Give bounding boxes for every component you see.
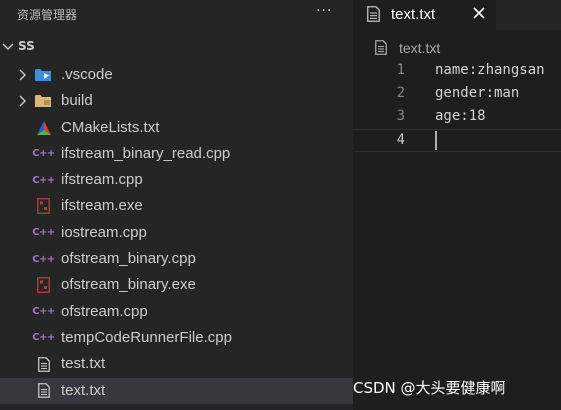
text-file-icon	[375, 40, 387, 55]
close-icon[interactable]	[470, 4, 488, 22]
text-cursor	[435, 131, 437, 150]
tree-item-build-folder[interactable]: build	[0, 88, 353, 114]
tree-item-file[interactable]: CMakeLists.txt	[0, 115, 353, 141]
tree-item-label: test.txt	[61, 355, 106, 373]
tree-item-vscode-folder[interactable]: .vscode	[0, 62, 353, 88]
tree-item-label: ifstream.exe	[61, 197, 143, 215]
tab-text-txt[interactable]: text.txt	[353, 0, 496, 30]
tree-item-label: tempCodeRunnerFile.cpp	[61, 328, 232, 346]
line-number: 3	[396, 108, 405, 124]
code-editor[interactable]: 1 name:zhangsan 2 gender:man 3 age:18 4	[353, 60, 561, 152]
breadcrumb-label: text.txt	[399, 40, 441, 56]
tree-item-file[interactable]: C++ iostream.cpp	[0, 220, 353, 246]
tree-item-label: ofstream_binary.exe	[61, 276, 196, 294]
text-file-icon	[367, 6, 380, 22]
tree-item-file[interactable]: ifstream.exe	[0, 193, 353, 219]
chevron-right-icon	[19, 95, 26, 107]
line-text[interactable]: age:18	[435, 108, 486, 124]
code-line[interactable]: 3 age:18	[353, 106, 561, 129]
tree-item-file-selected[interactable]: text.txt	[0, 377, 353, 404]
exe-file-icon	[35, 277, 52, 294]
tree-item-file[interactable]: C++ ifstream_binary_read.cpp	[0, 141, 353, 167]
line-text[interactable]: name:zhangsan	[435, 62, 545, 78]
tree-item-label: .vscode	[61, 66, 113, 83]
tree-item-file[interactable]: test.txt	[0, 351, 353, 377]
tree-item-file[interactable]: C++ ofstream.cpp	[0, 299, 353, 325]
file-tree: .vscode build CMakeLists.txt C++ ifstrea…	[0, 62, 353, 404]
tab-bar: text.txt	[353, 0, 561, 30]
cpp-file-icon: C++	[32, 306, 55, 318]
chevron-right-icon	[19, 69, 26, 81]
text-file-icon	[35, 356, 52, 372]
cpp-file-icon: C++	[32, 148, 55, 160]
code-line-current[interactable]: 4	[353, 129, 561, 152]
tree-item-label: iostream.cpp	[61, 223, 147, 241]
tree-item-label: build	[61, 92, 93, 110]
watermark: CSDN @大头要健康啊	[353, 379, 506, 397]
more-actions-button[interactable]: ···	[316, 3, 332, 19]
editor-area: text.txt text.txt 1 name:zhangsan 2 gend…	[353, 0, 561, 410]
line-number: 2	[396, 85, 405, 101]
code-line[interactable]: 1 name:zhangsan	[353, 60, 561, 83]
tree-item-label: ifstream_binary_read.cpp	[61, 144, 231, 162]
workspace-root-folder[interactable]: SS	[0, 36, 353, 58]
cpp-file-icon: C++	[32, 332, 55, 344]
cmake-icon	[35, 120, 52, 136]
text-file-icon	[35, 383, 52, 399]
tab-label: text.txt	[391, 6, 436, 23]
line-text[interactable]: gender:man	[435, 85, 519, 101]
tree-item-file[interactable]: C++ ofstream_binary.cpp	[0, 246, 353, 272]
tree-item-label: CMakeLists.txt	[61, 118, 160, 136]
breadcrumb[interactable]: text.txt	[353, 36, 561, 58]
tree-item-label: ofstream_binary.cpp	[61, 250, 196, 268]
workspace-root-label: SS	[18, 39, 35, 53]
code-line[interactable]: 2 gender:man	[353, 83, 561, 106]
line-number: 1	[396, 62, 405, 78]
tree-item-file[interactable]: ofstream_binary.exe	[0, 272, 353, 298]
chevron-down-icon	[2, 43, 14, 50]
tree-item-label: ofstream.cpp	[61, 302, 148, 320]
tree-item-file[interactable]: C++ tempCodeRunnerFile.cpp	[0, 325, 353, 351]
tree-item-label: text.txt	[61, 381, 106, 399]
explorer-header: 资源管理器 ···	[0, 0, 353, 30]
cpp-file-icon: C++	[32, 174, 55, 186]
line-number: 4	[396, 132, 405, 148]
folder-icon	[35, 93, 52, 109]
cpp-file-icon: C++	[32, 253, 55, 265]
exe-file-icon	[35, 198, 52, 215]
tree-item-label: ifstream.cpp	[61, 171, 143, 189]
cpp-file-icon: C++	[32, 227, 55, 239]
vscode-folder-icon	[35, 67, 52, 83]
explorer-sidebar: 资源管理器 ··· SS .vscode build CMakeLists.tx…	[0, 0, 353, 410]
tree-item-file[interactable]: C++ ifstream.cpp	[0, 167, 353, 193]
explorer-title: 资源管理器	[17, 8, 78, 22]
